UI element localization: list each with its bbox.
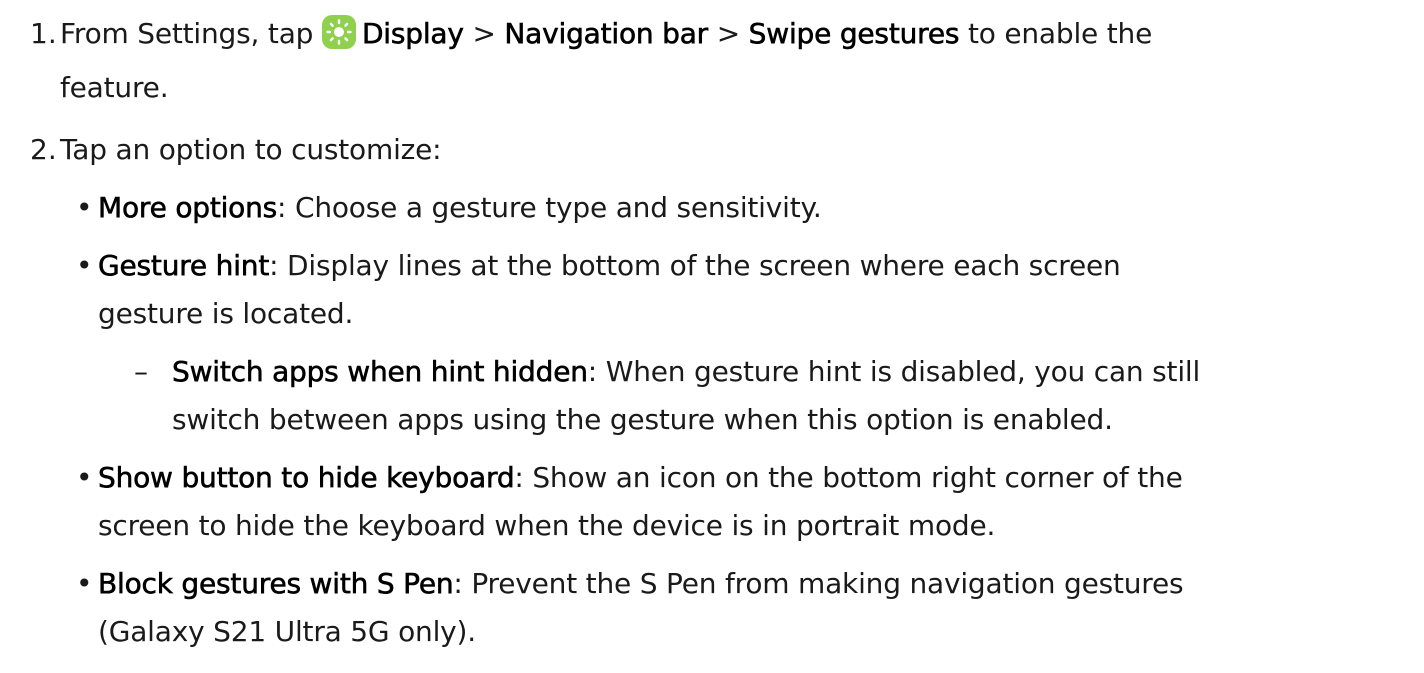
option-block-s-pen-continuation: (Galaxy S21 Ultra 5G only).: [98, 615, 476, 648]
menu-path-display: Display: [361, 17, 465, 51]
path-separator: >: [708, 17, 749, 50]
bullet-marker: •: [76, 191, 93, 224]
option-title: Switch apps when hint hidden: [172, 355, 589, 389]
option-block-s-pen: Block gestures with S Pen: Prevent the S…: [98, 564, 1184, 604]
step-2-text: Tap an option to customize:: [60, 133, 442, 166]
option-hide-keyboard: Show button to hide keyboard: Show an ic…: [98, 458, 1183, 498]
option-title: More options: [98, 191, 278, 225]
option-title: Show button to hide keyboard: [98, 461, 515, 495]
option-description: : Show an icon on the bottom right corne…: [514, 461, 1183, 494]
menu-path-navigation-bar: Navigation bar: [504, 17, 708, 51]
bullet-marker: •: [76, 567, 93, 600]
step-1-text: From Settings, tap Display > Navigation …: [60, 14, 1152, 54]
option-description: : When gesture hint is disabled, you can…: [587, 355, 1201, 388]
bullet-marker: •: [76, 249, 93, 282]
option-switch-apps: Switch apps when hint hidden: When gestu…: [172, 352, 1201, 392]
dash-marker: –: [134, 355, 148, 388]
path-separator: >: [463, 17, 505, 50]
display-settings-icon: [321, 15, 356, 49]
step-1-number: 1.: [30, 17, 57, 50]
step-1-intro: From Settings, tap: [60, 17, 314, 50]
option-gesture-hint-continuation: gesture is located.: [98, 297, 354, 330]
option-title: Gesture hint: [98, 249, 270, 283]
option-more-options: More options: Choose a gesture type and …: [98, 188, 822, 228]
step-1-tail: to enable the: [959, 17, 1153, 50]
bullet-marker: •: [76, 461, 93, 494]
menu-path-swipe-gestures: Swipe gestures: [748, 17, 960, 51]
option-gesture-hint: Gesture hint: Display lines at the botto…: [98, 246, 1121, 286]
step-1-continuation: feature.: [60, 71, 169, 104]
instructions-document: 1. From Settings, tap Display > Navigati…: [0, 0, 1424, 673]
option-switch-apps-continuation: switch between apps using the gesture wh…: [172, 403, 1113, 436]
option-description: : Display lines at the bottom of the scr…: [269, 249, 1121, 282]
option-description: : Choose a gesture type and sensitivity.: [277, 191, 822, 224]
option-title: Block gestures with S Pen: [98, 567, 454, 601]
option-hide-keyboard-continuation: screen to hide the keyboard when the dev…: [98, 509, 996, 542]
step-2-number: 2.: [30, 133, 57, 166]
option-description: : Prevent the S Pen from making navigati…: [453, 567, 1184, 600]
